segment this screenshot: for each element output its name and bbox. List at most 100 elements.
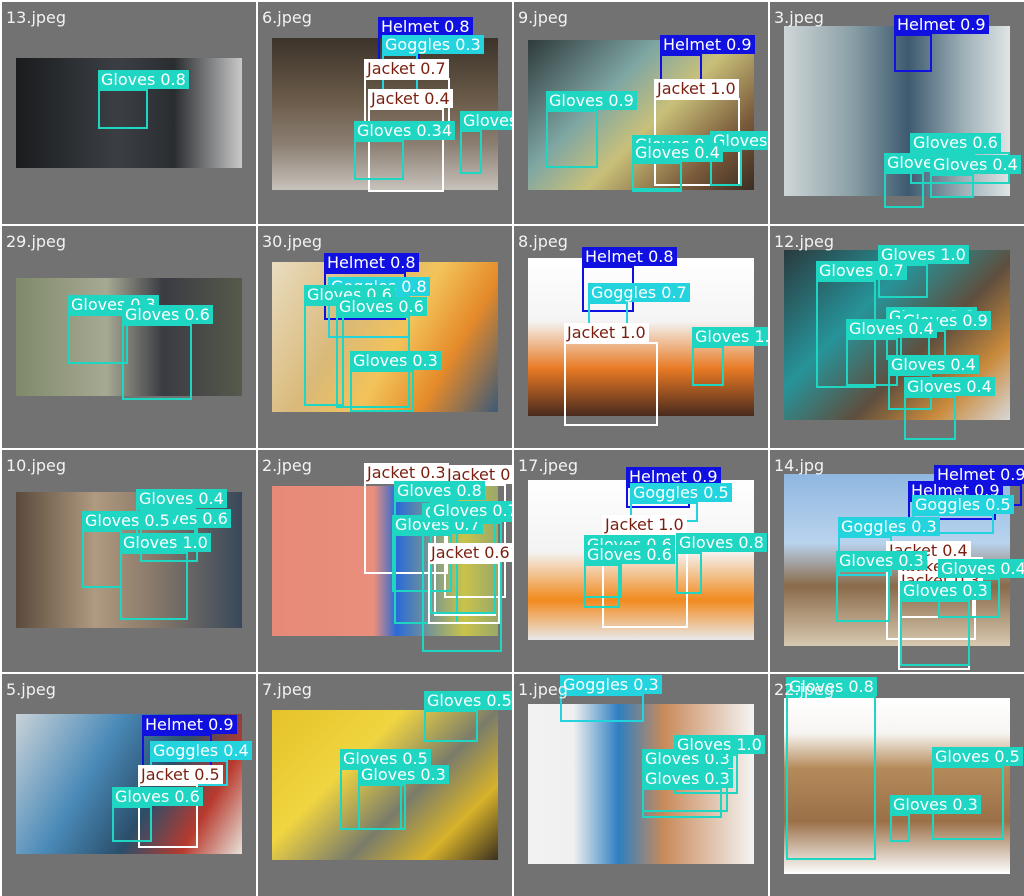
goggles-detection-label: Goggles 0.3: [838, 517, 940, 536]
gloves-detection-label: Gloves 0.6: [336, 297, 427, 316]
helmet-detection-label: Helmet 0.9: [894, 15, 989, 34]
helmet-detection-label: Helmet 0.8: [582, 247, 677, 266]
gloves-detection-label: Gloves 1.0: [120, 533, 211, 552]
gloves-detection-label: Gloves 0.3: [890, 795, 981, 814]
tile-filename: 14.jpg: [774, 456, 825, 475]
gloves-bounding-box: [584, 564, 620, 608]
gloves-bounding-box: [632, 162, 682, 192]
goggles-detection-label: Goggles 0.5: [912, 495, 1014, 514]
gloves-detection-label: Gloves 0.6: [584, 545, 675, 564]
tile-filename: 5.jpeg: [6, 680, 56, 699]
gloves-bounding-box: [692, 346, 724, 386]
gloves-bounding-box: [122, 324, 192, 400]
gloves-detection-label: Gloves 0.3: [358, 765, 449, 784]
tile-filename: 12.jpeg: [774, 232, 835, 251]
jacket-detection-label: Jacket 0.6: [428, 543, 512, 562]
detection-grid: 13.jpeg Gloves 0.8 6.jpeg Helmet 0.8 Goggles…: [0, 0, 1024, 896]
image-tile[interactable]: 30.jpegHelmet 0.8Goggles 0.8Gloves 0.6Gl…: [258, 226, 512, 448]
helmet-bounding-box: [894, 34, 932, 72]
jacket-detection-label: Jacket 1.0: [602, 515, 687, 534]
tile-filename: 1.jpeg: [518, 680, 568, 699]
gloves-detection-label: Gloves 0.4: [888, 355, 979, 374]
gloves-detection-label: Gloves 0.3: [350, 351, 441, 370]
image-tile[interactable]: 8.jpeg Helmet 0.8 Goggles 0.7 Jacket 1.0 Glo…: [514, 226, 768, 448]
gloves-detection-label: Gloves 0.8: [394, 481, 485, 500]
jacket-detection-label: Jacket 0.3: [364, 463, 449, 482]
tile-filename: 6.jpeg: [262, 8, 312, 27]
jacket-detection-label: Jacket 0.4: [368, 89, 453, 108]
tile-filename: 30.jpeg: [262, 232, 323, 251]
image-tile[interactable]: 3.jpegHelmet 0.9Gloves 0.6Gloves 0.4Glov…: [770, 2, 1024, 224]
gloves-bounding-box: [98, 89, 148, 129]
image-tile[interactable]: 10.jpeg Gloves 0.4 Gloves 0.6 Gloves 0.5 Glo…: [2, 450, 256, 672]
gloves-detection-label: Gloves 0.4: [904, 377, 995, 396]
gloves-bounding-box: [546, 110, 598, 168]
goggles-detection-label: Goggles 0.4: [150, 741, 252, 760]
gloves-detection-label: Gloves 0.8: [98, 70, 189, 89]
gloves-detection-label: Gloves 0.8: [676, 533, 767, 552]
gloves-detection-label: Gloves 0.5: [424, 691, 512, 710]
gloves-bounding-box: [836, 570, 890, 622]
gloves-detection-label: Gloves 0.4: [846, 319, 937, 338]
helmet-detection-label: Helmet 0.9: [660, 35, 755, 54]
jacket-detection-label: Jacket 1.0: [564, 323, 649, 342]
tile-filename: 7.jpeg: [262, 680, 312, 699]
gloves-detection-label: Gloves 0.4: [136, 489, 227, 508]
goggles-detection-label: Goggles 0.5: [630, 483, 732, 502]
gloves-bounding-box: [358, 784, 406, 830]
gloves-bounding-box: [904, 396, 956, 440]
jacket-bounding-box: [564, 342, 658, 426]
tile-filename: 9.jpeg: [518, 8, 568, 27]
tile-filename: 2.jpeg: [262, 456, 312, 475]
gloves-bounding-box: [424, 710, 478, 742]
gloves-detection-label: Gloves 0.3: [642, 769, 733, 788]
image-tile[interactable]: 5.jpeg Helmet 0.9 Goggles 0.4 Jacket 0.5 Glo…: [2, 674, 256, 896]
helmet-detection-label: Helmet 0.8: [378, 17, 473, 36]
gloves-detection-label: Gloves 0.6: [122, 305, 213, 324]
jacket-detection-label: Jacket 0.5: [138, 765, 223, 784]
tile-filename: 29.jpeg: [6, 232, 67, 251]
tile-filename: 17.jpeg: [518, 456, 579, 475]
gloves-detection-label: Gloves 1.0: [674, 735, 765, 754]
gloves-bounding-box: [890, 814, 910, 842]
gloves-detection-label: Gloves 0.4: [938, 559, 1024, 578]
image-tile[interactable]: 7.jpeg Gloves 0.5 Gloves 0.5 Gloves 0.3: [258, 674, 512, 896]
jacket-detection-label: Jacket 0.7: [364, 59, 449, 78]
image-tile[interactable]: 13.jpeg Gloves 0.8: [2, 2, 256, 224]
image-tile[interactable]: 6.jpeg Helmet 0.8 Goggles 0.3 Jacket 0.7 Jac…: [258, 2, 512, 224]
gloves-detection-label: Gloves 0.4: [930, 155, 1021, 174]
tile-filename: 8.jpeg: [518, 232, 568, 251]
goggles-detection-label: Goggles 0.3: [382, 35, 484, 54]
gloves-detection-label: Gloves 0.7: [430, 501, 512, 520]
image-tile[interactable]: 12.jpegGloves 1.0Gloves 0.7Gloves 0.6Glo…: [770, 226, 1024, 448]
helmet-detection-label: Helmet 0.9: [142, 715, 237, 734]
image-tile[interactable]: 9.jpeg Helmet 0.9 Jacket 1.0 Gloves 0.9 Glov…: [514, 2, 768, 224]
gloves-bounding-box: [68, 314, 128, 364]
gloves-bounding-box: [676, 552, 702, 594]
gloves-detection-label: Gloves 0.5: [932, 747, 1023, 766]
helmet-detection-label: Helmet 0.8: [324, 253, 419, 272]
image-tile[interactable]: 29.jpeg Gloves 0.3 Gloves 0.6: [2, 226, 256, 448]
gloves-detection-label: Gloves 0.3: [836, 551, 927, 570]
gloves-detection-label: Gloves 0.6: [112, 787, 203, 806]
gloves-detection-label: Gloves 0.5: [82, 511, 173, 530]
gloves-detection-label: Gloves 0.5: [460, 111, 512, 130]
gloves-detection-label: Gloves 0.3: [900, 581, 991, 600]
goggles-detection-label: Goggles 0.7: [588, 283, 690, 302]
image-tile[interactable]: 17.jpeg Helmet 0.9 Goggles 0.5 Jacket 1.0 Gl…: [514, 450, 768, 672]
tile-filename: 22.jpeg: [774, 680, 835, 699]
goggles-bounding-box: [560, 694, 644, 722]
image-tile[interactable]: 1.jpeg Goggles 0.3 Gloves 0.3 Gloves 0.3 Glo…: [514, 674, 768, 896]
gloves-bounding-box: [350, 370, 414, 412]
image-tile[interactable]: 2.jpegJacket 0.3Jacket 0.3Gloves 0.8Jack…: [258, 450, 512, 672]
image-tile[interactable]: 14.jpg Helmet 0.9 Helmet 0.9 Goggles 0.5 Gog…: [770, 450, 1024, 672]
tile-filename: 13.jpeg: [6, 8, 67, 27]
gloves-bounding-box: [460, 130, 482, 174]
tile-filename: 3.jpeg: [774, 8, 824, 27]
gloves-detection-label: Gloves 0.6: [910, 133, 1001, 152]
gloves-detection-label: Gloves 0.9: [546, 91, 637, 110]
gloves-detection-label: Gloves 0.7: [816, 261, 907, 280]
gloves-bounding-box: [354, 140, 404, 180]
image-tile[interactable]: 22.jpeg Gloves 0.8 Gloves 0.5 Gloves 0.3: [770, 674, 1024, 896]
goggles-detection-label: Goggles 0.3: [560, 675, 662, 694]
